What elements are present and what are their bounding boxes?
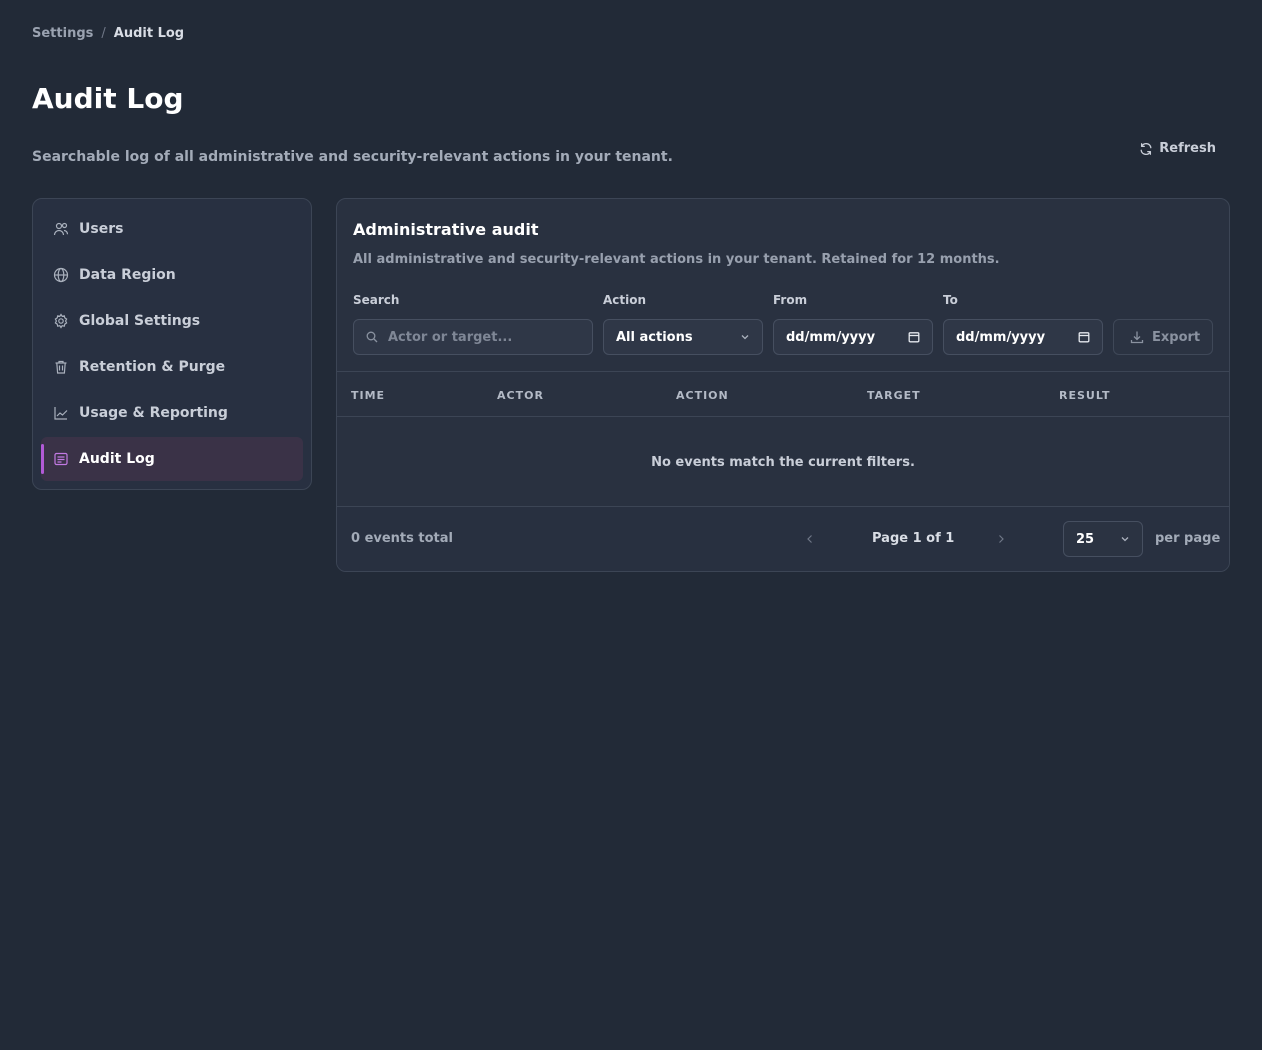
sidebar-item-label: Retention & Purge [79,359,226,375]
breadcrumb-settings-link[interactable]: Settings [32,26,93,41]
sidebar-item-data-region[interactable]: Data Region [41,253,303,297]
chart-icon [54,407,68,420]
next-page-button[interactable] [993,531,1009,547]
from-date-value: dd/mm/yyyy [786,329,876,345]
per-page-select[interactable]: 25 [1063,521,1143,557]
sidebar-item-users[interactable]: Users [41,207,303,251]
trash-icon [55,360,67,374]
pagination-footer: 0 events total Page 1 of 1 25 per page [337,506,1229,571]
breadcrumb-separator: / [101,26,106,41]
column-header-actor: ACTOR [497,389,544,402]
action-select[interactable]: All actions [603,319,763,355]
per-page-label: per page [1155,531,1221,546]
chevron-left-icon [807,535,812,543]
previous-page-button[interactable] [802,531,818,547]
per-page-value: 25 [1076,531,1095,547]
search-icon [366,331,378,343]
chevron-right-icon [999,535,1004,543]
page-indicator: Page 1 of 1 [872,531,955,546]
to-label: To [943,293,958,307]
search-label: Search [353,293,400,307]
log-icon [54,452,68,466]
gear-icon [54,313,68,329]
calendar-icon[interactable] [1078,331,1090,343]
from-label: From [773,293,808,307]
sidebar-item-label: Global Settings [79,313,201,329]
breadcrumb: Settings / Audit Log [32,26,184,41]
breadcrumb-current: Audit Log [113,26,185,41]
sidebar-item-audit-log[interactable]: Audit Log [41,437,303,481]
from-date-input[interactable]: dd/mm/yyyy [773,319,933,355]
chevron-down-icon [741,335,749,340]
column-header-target: TARGET [867,389,921,402]
sidebar-item-label: Audit Log [79,451,155,467]
chevron-down-icon [1121,537,1129,542]
download-icon [1130,331,1144,344]
events-total: 0 events total [351,531,454,546]
to-date-value: dd/mm/yyyy [956,329,1046,345]
panel-title: Administrative audit [353,220,539,239]
search-placeholder: Actor or target... [388,329,513,345]
to-date-input[interactable]: dd/mm/yyyy [943,319,1103,355]
export-label: Export [1152,329,1201,345]
action-label: Action [603,293,647,307]
audit-log-page: Settings / Audit Log Audit Log Searchabl… [0,0,1262,1050]
audit-panel: Administrative audit All administrative … [336,198,1230,572]
column-header-result: RESULT [1059,389,1111,402]
sidebar-item-label: Users [79,221,124,237]
settings-sidebar: Users Data Region Global Settings Retent… [32,198,312,490]
refresh-button[interactable]: Refresh [1139,141,1216,156]
users-icon [53,222,69,236]
sidebar-item-retention-purge[interactable]: Retention & Purge [41,345,303,389]
sidebar-item-global-settings[interactable]: Global Settings [41,299,303,343]
refresh-icon [1140,142,1152,155]
table-header: TIME ACTOR ACTION TARGET RESULT [337,371,1229,417]
action-select-value: All actions [616,329,693,345]
column-header-action: ACTION [676,389,729,402]
panel-description: All administrative and security-relevant… [353,252,1000,267]
export-button[interactable]: Export [1113,319,1213,355]
calendar-icon[interactable] [908,331,920,343]
sidebar-item-label: Usage & Reporting [79,405,228,421]
page-subtitle: Searchable log of all administrative and… [32,149,673,165]
column-header-time: TIME [351,389,386,402]
sidebar-item-usage-reporting[interactable]: Usage & Reporting [41,391,303,435]
page-title: Audit Log [32,82,184,115]
search-input[interactable]: Actor or target... [353,319,593,355]
sidebar-item-label: Data Region [79,267,176,283]
empty-state-message: No events match the current filters. [651,454,915,470]
globe-icon [53,267,69,283]
refresh-label: Refresh [1159,141,1216,156]
